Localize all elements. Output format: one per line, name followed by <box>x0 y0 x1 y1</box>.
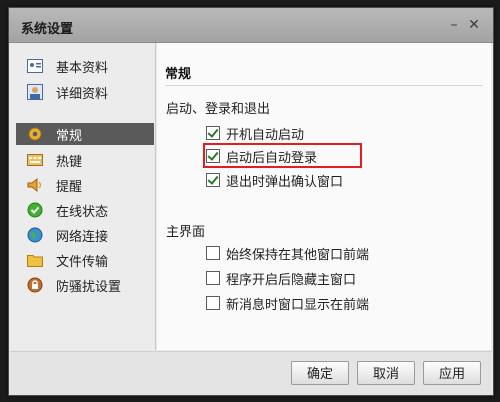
checkbox-label: 程序开启后隐藏主窗口 <box>226 272 357 288</box>
sidebar-item-general[interactable]: 常规 <box>16 123 154 145</box>
sidebar-item-label: 详细资料 <box>56 86 109 102</box>
exit-confirm-checkbox[interactable]: 退出时弹出确认窗口 <box>206 170 343 190</box>
profile-card-icon <box>26 83 44 101</box>
checkbox-label: 始终保持在其他窗口前端 <box>226 247 370 263</box>
hide-main-window-checkbox[interactable]: 程序开启后隐藏主窗口 <box>206 268 356 288</box>
sidebar-item-basic-info[interactable]: 基本资料 <box>16 55 154 77</box>
sidebar-item-label: 网络连接 <box>56 229 109 245</box>
lock-icon <box>26 276 44 294</box>
checkbox-label: 退出时弹出确认窗口 <box>226 174 344 190</box>
checkbox[interactable] <box>206 296 220 310</box>
keyboard-icon <box>26 151 44 169</box>
globe-icon <box>26 226 44 244</box>
checkbox-label: 开机自动启动 <box>226 127 305 143</box>
checkbox-label: 新消息时窗口显示在前端 <box>226 297 370 313</box>
checkbox[interactable] <box>206 271 220 285</box>
checkbox[interactable] <box>206 149 220 163</box>
checkbox[interactable] <box>206 246 220 260</box>
sidebar-item-label: 文件传输 <box>56 254 109 270</box>
sidebar-item-label: 常规 <box>56 128 83 144</box>
id-card-icon <box>26 57 44 75</box>
folder-icon <box>26 251 44 269</box>
heading-divider <box>165 85 483 86</box>
checkbox-label: 启动后自动登录 <box>226 150 318 166</box>
section-label-startup: 启动、登录和退出 <box>166 102 271 117</box>
settings-window: 系统设置 – ✕ 基本资料 详细资料 常规 热键 提醒 在线状态 网络连接 文件… <box>8 7 494 396</box>
sidebar-item-reminders[interactable]: 提醒 <box>16 174 154 196</box>
dialog-footer: 确定 取消 应用 <box>10 351 492 395</box>
cancel-button[interactable]: 取消 <box>357 361 415 385</box>
always-on-top-checkbox[interactable]: 始终保持在其他窗口前端 <box>206 243 369 263</box>
sidebar-item-label: 热键 <box>56 154 83 170</box>
auto-start-checkbox[interactable]: 开机自动启动 <box>206 123 304 143</box>
checkbox[interactable] <box>206 126 220 140</box>
settings-panel: 常规 启动、登录和退出 开机自动启动 启动后自动登录 退出时弹出确认窗口 主界面… <box>157 43 491 350</box>
ok-button[interactable]: 确定 <box>291 361 349 385</box>
sidebar-item-hotkeys[interactable]: 热键 <box>16 149 154 171</box>
window-title: 系统设置 <box>21 22 74 37</box>
sidebar-item-file-transfer[interactable]: 文件传输 <box>16 249 154 271</box>
sidebar-item-network[interactable]: 网络连接 <box>16 224 154 246</box>
front-on-message-checkbox[interactable]: 新消息时窗口显示在前端 <box>206 293 369 313</box>
close-button[interactable]: ✕ <box>466 17 482 33</box>
apply-button[interactable]: 应用 <box>423 361 481 385</box>
auto-login-checkbox[interactable]: 启动后自动登录 <box>206 146 317 166</box>
sidebar-item-label: 在线状态 <box>56 204 109 220</box>
section-label-main-window: 主界面 <box>166 225 206 240</box>
sidebar-item-anti-harassment[interactable]: 防骚扰设置 <box>16 274 154 296</box>
sidebar-item-online-status[interactable]: 在线状态 <box>16 199 154 221</box>
sidebar: 基本资料 详细资料 常规 热键 提醒 在线状态 网络连接 文件传输 防骚扰设置 <box>10 43 156 350</box>
sidebar-item-label: 基本资料 <box>56 60 109 76</box>
minimize-button[interactable]: – <box>446 17 462 33</box>
sidebar-item-label: 防骚扰设置 <box>56 279 122 295</box>
sidebar-item-label: 提醒 <box>56 179 83 195</box>
sidebar-item-detailed-info[interactable]: 详细资料 <box>16 81 154 103</box>
status-check-icon <box>26 201 44 219</box>
speaker-icon <box>26 176 44 194</box>
gear-icon <box>26 125 44 143</box>
panel-title: 常规 <box>165 67 192 82</box>
title-bar[interactable]: 系统设置 – ✕ <box>9 8 493 43</box>
checkbox[interactable] <box>206 173 220 187</box>
